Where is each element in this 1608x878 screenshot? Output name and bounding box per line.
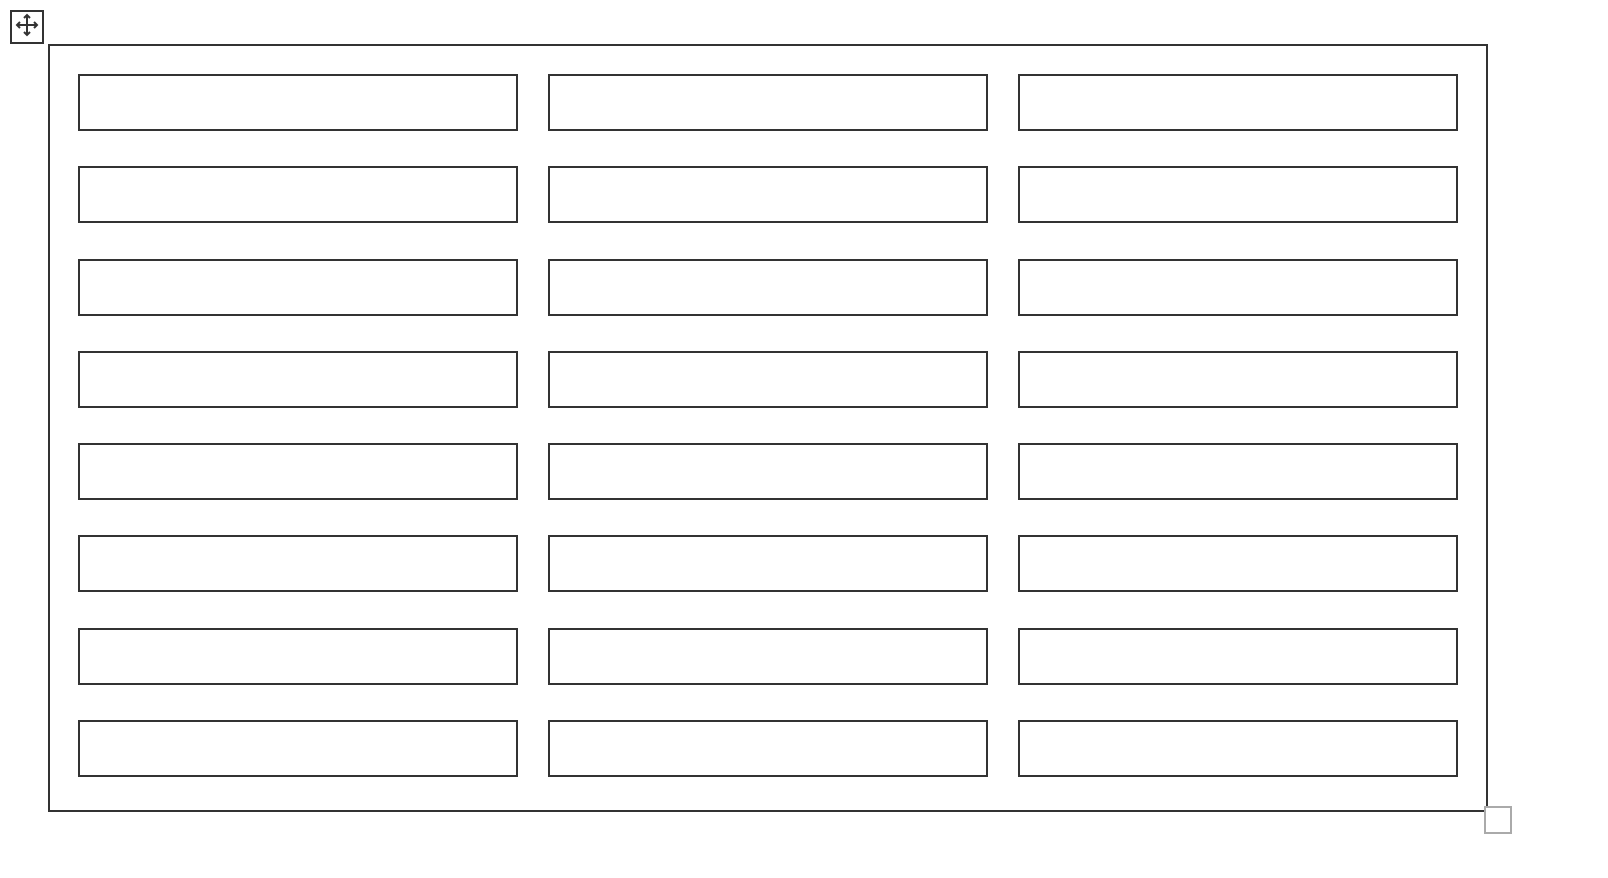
table-cell[interactable] [78, 74, 518, 131]
move-handle[interactable] [10, 10, 44, 44]
table-cell[interactable] [548, 628, 988, 685]
table-cell[interactable] [78, 720, 518, 777]
table-cell[interactable] [1018, 628, 1458, 685]
table-grid [50, 46, 1486, 810]
table-cell[interactable] [1018, 259, 1458, 316]
table-cell[interactable] [78, 535, 518, 592]
move-icon [15, 13, 39, 42]
table-cell[interactable] [78, 628, 518, 685]
table-cell[interactable] [1018, 351, 1458, 408]
table-cell[interactable] [1018, 535, 1458, 592]
table-cell[interactable] [548, 720, 988, 777]
table-cell[interactable] [548, 535, 988, 592]
table-cell[interactable] [1018, 720, 1458, 777]
table-cell[interactable] [1018, 74, 1458, 131]
table-cell[interactable] [548, 166, 988, 223]
table-cell[interactable] [78, 443, 518, 500]
table-cell[interactable] [78, 166, 518, 223]
table-cell[interactable] [1018, 443, 1458, 500]
table-cell[interactable] [548, 74, 988, 131]
table-cell[interactable] [78, 351, 518, 408]
table-cell[interactable] [548, 351, 988, 408]
table-container[interactable] [48, 44, 1488, 812]
table-cell[interactable] [548, 443, 988, 500]
table-cell[interactable] [1018, 166, 1458, 223]
resize-handle[interactable] [1484, 806, 1512, 834]
table-cell[interactable] [548, 259, 988, 316]
table-cell[interactable] [78, 259, 518, 316]
